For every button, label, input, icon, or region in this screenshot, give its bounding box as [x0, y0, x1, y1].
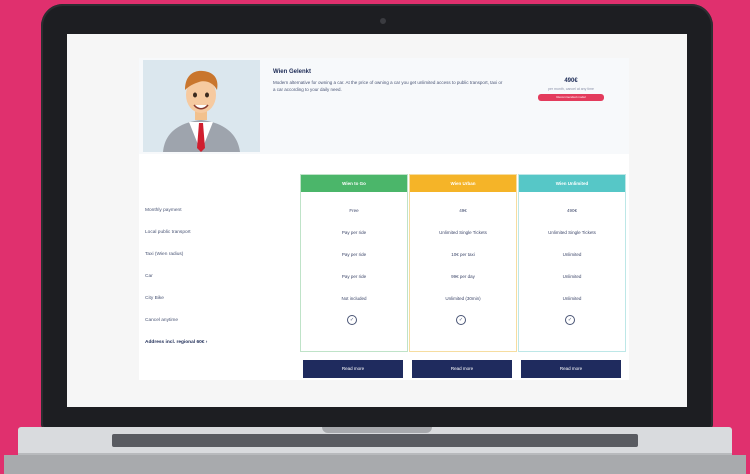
price-note: per month, cancel at any time	[548, 87, 594, 91]
webcam	[380, 18, 386, 24]
plan-cell: 490€	[566, 208, 577, 213]
price-value: 490€	[564, 78, 578, 84]
plan-cell: Unlimited	[562, 296, 582, 301]
keyboard-strip	[112, 434, 638, 447]
profile-title: Wien Gelenkt	[273, 69, 311, 75]
plan-cell: Unlimited Single Tickets	[548, 230, 596, 235]
plan-cell: Unlimited	[562, 274, 582, 279]
recommended-button[interactable]: Recommended model	[538, 94, 604, 101]
plan-cell: Free	[349, 208, 359, 213]
plan-header: Wien to Go	[301, 175, 407, 192]
check-icon: ✓	[456, 315, 466, 325]
plan-cell: Pay per ride	[341, 252, 367, 257]
plan-cell: Not included	[341, 296, 367, 301]
pricing-page: Wien Gelenkt Modern alternative for owni…	[139, 58, 629, 380]
avatar	[143, 60, 260, 152]
plan-cell: Unlimited (30min)	[445, 296, 481, 301]
plan-column: Wien to Go Free Pay per ride Pay per rid…	[300, 174, 408, 352]
plan-cell: Pay per ride	[341, 230, 367, 235]
plan-cell: Unlimited	[562, 252, 582, 257]
feature-label: Monthly payment	[145, 208, 182, 213]
profile-bar: Wien Gelenkt Modern alternative for owni…	[139, 58, 629, 154]
plan-cell: 49€	[459, 208, 467, 213]
check-icon: ✓	[347, 315, 357, 325]
plan-header: Wien Unlimited	[519, 175, 625, 192]
read-more-button[interactable]: Read more	[412, 360, 512, 378]
plan-cell: 10€ per taxi	[451, 252, 475, 257]
feature-link-label: Address incl. regional 60€	[145, 340, 205, 345]
price-box: 490€ per month, cancel at any time Recom…	[527, 78, 615, 101]
check-icon: ✓	[565, 315, 575, 325]
feature-label: Cancel anytime	[145, 318, 179, 323]
plan-header: Wien Urban	[410, 175, 516, 192]
feature-label: Car	[145, 274, 153, 279]
chevron-right-icon: ›	[205, 340, 208, 345]
plan-cell: Pay per ride	[341, 274, 367, 279]
person-illustration	[143, 60, 260, 152]
lid-notch	[322, 427, 432, 433]
plan-cell: Unlimited Single Tickets	[439, 230, 487, 235]
laptop-base	[0, 427, 750, 474]
feature-link[interactable]: Address incl. regional 60€ ›	[145, 340, 207, 345]
read-more-button[interactable]: Read more	[303, 360, 403, 378]
plan-column: Wien Unlimited 490€ Unlimited Single Tic…	[518, 174, 626, 352]
plan-column: Wien Urban 49€ Unlimited Single Tickets …	[409, 174, 517, 352]
laptop-screen: Wien Gelenkt Modern alternative for owni…	[67, 34, 687, 407]
laptop-bottom	[4, 455, 746, 474]
plan-cell: 99€ per day	[451, 274, 475, 279]
read-more-button[interactable]: Read more	[521, 360, 621, 378]
feature-label: Taxi (Wien radius)	[145, 252, 184, 257]
feature-label: Local public transport	[145, 230, 191, 235]
profile-description: Modern alternative for owning a car. At …	[273, 80, 503, 92]
feature-label: City Bike	[145, 296, 164, 301]
